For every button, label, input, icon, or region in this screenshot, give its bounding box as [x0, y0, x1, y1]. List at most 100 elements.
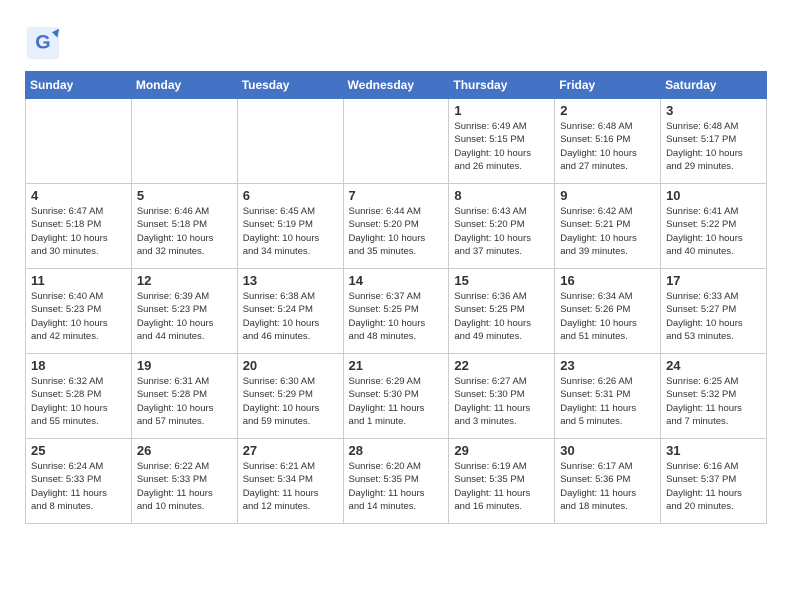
day-cell: 15 Sunrise: 6:36 AM Sunset: 5:25 PM Dayli…: [449, 269, 555, 354]
day-number: 25: [31, 443, 126, 458]
day-number: 16: [560, 273, 655, 288]
day-info: Sunrise: 6:34 AM Sunset: 5:26 PM Dayligh…: [560, 290, 655, 343]
day-number: 5: [137, 188, 232, 203]
day-number: 27: [243, 443, 338, 458]
day-cell: 17 Sunrise: 6:33 AM Sunset: 5:27 PM Dayli…: [661, 269, 767, 354]
day-info: Sunrise: 6:33 AM Sunset: 5:27 PM Dayligh…: [666, 290, 761, 343]
week-row-2: 4Sunrise: 6:47 AM Sunset: 5:18 PM Daylig…: [26, 184, 767, 269]
week-row-5: 25 Sunrise: 6:24 AM Sunset: 5:33 PM Dayli…: [26, 439, 767, 524]
day-number: 15: [454, 273, 549, 288]
day-cell: 2 Sunrise: 6:48 AM Sunset: 5:16 PM Daylig…: [555, 99, 661, 184]
day-number: 29: [454, 443, 549, 458]
day-number: 30: [560, 443, 655, 458]
day-number: 3: [666, 103, 761, 118]
day-cell: 8 Sunrise: 6:43 AM Sunset: 5:20 PM Daylig…: [449, 184, 555, 269]
day-cell: 9 Sunrise: 6:42 AM Sunset: 5:21 PM Daylig…: [555, 184, 661, 269]
day-cell: 31 Sunrise: 6:16 AM Sunset: 5:37 PM Dayli…: [661, 439, 767, 524]
day-number: 14: [349, 273, 444, 288]
day-cell: 11Sunrise: 6:40 AM Sunset: 5:23 PM Dayli…: [26, 269, 132, 354]
day-number: 24: [666, 358, 761, 373]
day-number: 10: [666, 188, 761, 203]
day-cell: 6Sunrise: 6:45 AM Sunset: 5:19 PM Daylig…: [237, 184, 343, 269]
day-info: Sunrise: 6:25 AM Sunset: 5:32 PM Dayligh…: [666, 375, 761, 428]
day-cell: 13 Sunrise: 6:38 AM Sunset: 5:24 PM Dayli…: [237, 269, 343, 354]
day-info: Sunrise: 6:21 AM Sunset: 5:34 PM Dayligh…: [243, 460, 338, 513]
day-cell: 22 Sunrise: 6:27 AM Sunset: 5:30 PM Dayli…: [449, 354, 555, 439]
day-info: Sunrise: 6:44 AM Sunset: 5:20 PM Dayligh…: [349, 205, 444, 258]
day-info: Sunrise: 6:36 AM Sunset: 5:25 PM Dayligh…: [454, 290, 549, 343]
day-cell: 18Sunrise: 6:32 AM Sunset: 5:28 PM Dayli…: [26, 354, 132, 439]
day-number: 2: [560, 103, 655, 118]
day-cell: 20 Sunrise: 6:30 AM Sunset: 5:29 PM Dayli…: [237, 354, 343, 439]
day-number: 20: [243, 358, 338, 373]
day-cell: 26 Sunrise: 6:22 AM Sunset: 5:33 PM Dayli…: [131, 439, 237, 524]
day-cell: 10 Sunrise: 6:41 AM Sunset: 5:22 PM Dayli…: [661, 184, 767, 269]
day-number: 8: [454, 188, 549, 203]
day-info: Sunrise: 6:37 AM Sunset: 5:25 PM Dayligh…: [349, 290, 444, 343]
col-header-sunday: Sunday: [26, 72, 132, 99]
day-info: Sunrise: 6:38 AM Sunset: 5:24 PM Dayligh…: [243, 290, 338, 343]
day-cell: 12 Sunrise: 6:39 AM Sunset: 5:23 PM Dayli…: [131, 269, 237, 354]
week-row-4: 18Sunrise: 6:32 AM Sunset: 5:28 PM Dayli…: [26, 354, 767, 439]
day-cell: [26, 99, 132, 184]
day-number: 18: [31, 358, 126, 373]
day-cell: 30 Sunrise: 6:17 AM Sunset: 5:36 PM Dayli…: [555, 439, 661, 524]
day-cell: 19 Sunrise: 6:31 AM Sunset: 5:28 PM Dayli…: [131, 354, 237, 439]
day-cell: 24 Sunrise: 6:25 AM Sunset: 5:32 PM Dayli…: [661, 354, 767, 439]
day-number: 13: [243, 273, 338, 288]
day-number: 9: [560, 188, 655, 203]
col-header-friday: Friday: [555, 72, 661, 99]
day-number: 19: [137, 358, 232, 373]
day-info: Sunrise: 6:39 AM Sunset: 5:23 PM Dayligh…: [137, 290, 232, 343]
day-info: Sunrise: 6:43 AM Sunset: 5:20 PM Dayligh…: [454, 205, 549, 258]
day-info: Sunrise: 6:16 AM Sunset: 5:37 PM Dayligh…: [666, 460, 761, 513]
header-row: SundayMondayTuesdayWednesdayThursdayFrid…: [26, 72, 767, 99]
day-number: 22: [454, 358, 549, 373]
day-cell: [343, 99, 449, 184]
svg-text:G: G: [35, 31, 50, 53]
day-cell: 29Sunrise: 6:19 AM Sunset: 5:35 PM Dayli…: [449, 439, 555, 524]
day-info: Sunrise: 6:29 AM Sunset: 5:30 PM Dayligh…: [349, 375, 444, 428]
day-info: Sunrise: 6:24 AM Sunset: 5:33 PM Dayligh…: [31, 460, 126, 513]
day-cell: 28Sunrise: 6:20 AM Sunset: 5:35 PM Dayli…: [343, 439, 449, 524]
day-info: Sunrise: 6:22 AM Sunset: 5:33 PM Dayligh…: [137, 460, 232, 513]
logo-icon: G: [25, 25, 61, 61]
col-header-monday: Monday: [131, 72, 237, 99]
calendar-table: SundayMondayTuesdayWednesdayThursdayFrid…: [25, 71, 767, 524]
day-cell: 25 Sunrise: 6:24 AM Sunset: 5:33 PM Dayli…: [26, 439, 132, 524]
day-info: Sunrise: 6:41 AM Sunset: 5:22 PM Dayligh…: [666, 205, 761, 258]
day-number: 12: [137, 273, 232, 288]
day-info: Sunrise: 6:45 AM Sunset: 5:19 PM Dayligh…: [243, 205, 338, 258]
day-cell: 16 Sunrise: 6:34 AM Sunset: 5:26 PM Dayli…: [555, 269, 661, 354]
day-number: 7: [349, 188, 444, 203]
day-cell: 23 Sunrise: 6:26 AM Sunset: 5:31 PM Dayli…: [555, 354, 661, 439]
day-info: Sunrise: 6:48 AM Sunset: 5:17 PM Dayligh…: [666, 120, 761, 173]
day-cell: 14 Sunrise: 6:37 AM Sunset: 5:25 PM Dayli…: [343, 269, 449, 354]
day-cell: 7 Sunrise: 6:44 AM Sunset: 5:20 PM Daylig…: [343, 184, 449, 269]
day-cell: 1Sunrise: 6:49 AM Sunset: 5:15 PM Daylig…: [449, 99, 555, 184]
col-header-wednesday: Wednesday: [343, 72, 449, 99]
day-info: Sunrise: 6:27 AM Sunset: 5:30 PM Dayligh…: [454, 375, 549, 428]
day-info: Sunrise: 6:46 AM Sunset: 5:18 PM Dayligh…: [137, 205, 232, 258]
day-cell: [131, 99, 237, 184]
day-number: 11: [31, 273, 126, 288]
day-info: Sunrise: 6:26 AM Sunset: 5:31 PM Dayligh…: [560, 375, 655, 428]
page-header: G: [25, 20, 767, 61]
day-number: 28: [349, 443, 444, 458]
day-number: 17: [666, 273, 761, 288]
day-number: 23: [560, 358, 655, 373]
day-cell: [237, 99, 343, 184]
day-info: Sunrise: 6:30 AM Sunset: 5:29 PM Dayligh…: [243, 375, 338, 428]
day-number: 26: [137, 443, 232, 458]
col-header-saturday: Saturday: [661, 72, 767, 99]
week-row-3: 11Sunrise: 6:40 AM Sunset: 5:23 PM Dayli…: [26, 269, 767, 354]
day-number: 31: [666, 443, 761, 458]
day-info: Sunrise: 6:42 AM Sunset: 5:21 PM Dayligh…: [560, 205, 655, 258]
day-cell: 5 Sunrise: 6:46 AM Sunset: 5:18 PM Daylig…: [131, 184, 237, 269]
col-header-thursday: Thursday: [449, 72, 555, 99]
day-info: Sunrise: 6:48 AM Sunset: 5:16 PM Dayligh…: [560, 120, 655, 173]
day-info: Sunrise: 6:31 AM Sunset: 5:28 PM Dayligh…: [137, 375, 232, 428]
day-number: 1: [454, 103, 549, 118]
col-header-tuesday: Tuesday: [237, 72, 343, 99]
day-info: Sunrise: 6:17 AM Sunset: 5:36 PM Dayligh…: [560, 460, 655, 513]
